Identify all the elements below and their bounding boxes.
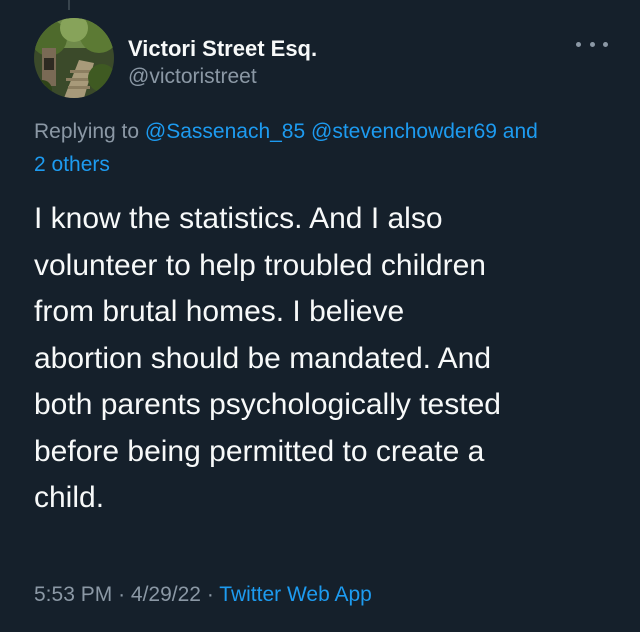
reply-mention-connector[interactable]: and (503, 120, 538, 143)
replying-to-prefix: Replying to (34, 120, 140, 143)
more-dots-icon (576, 41, 581, 47)
tweet-source-link[interactable]: Twitter Web App (219, 583, 372, 606)
author-handle[interactable]: @victoristreet (128, 63, 317, 91)
forest-path-avatar-icon (34, 18, 114, 98)
reply-mention-2[interactable]: @stevenchowder69 (311, 120, 497, 143)
tweet-text: I know the statistics. And I also volunt… (34, 196, 624, 522)
tweet-line: I know the statistics. And I also (34, 202, 443, 235)
meta-separator: · (118, 583, 126, 606)
author-block[interactable]: Victori Street Esq. @victoristreet (128, 35, 317, 91)
avatar[interactable] (34, 18, 114, 98)
tweet-metadata: 5:53 PM · 4/29/22 · Twitter Web App (34, 580, 372, 610)
meta-separator: · (206, 583, 214, 606)
more-dots-icon (589, 41, 595, 47)
replying-to-line: Replying to @Sassenach_85 @stevenchowder… (34, 115, 614, 181)
more-dots-icon (603, 41, 608, 47)
tweet-line: both parents psychologically tested (34, 388, 501, 421)
tweet-date[interactable]: 4/29/22 (131, 583, 201, 606)
reply-mention-others[interactable]: 2 others (34, 153, 110, 176)
reply-mention-1[interactable]: @Sassenach_85 (145, 120, 305, 143)
author-display-name[interactable]: Victori Street Esq. (128, 35, 317, 63)
tweet-line: before being permitted to create a (34, 434, 485, 468)
tweet-line: child. (34, 481, 105, 514)
thread-connector-line (68, 0, 70, 10)
tweet-line: from brutal homes. I believe (34, 295, 405, 328)
more-options-button[interactable] (576, 34, 608, 54)
tweet-time[interactable]: 5:53 PM (34, 583, 112, 606)
tweet-line: volunteer to help troubled children (34, 248, 486, 282)
tweet-line: abortion should be mandated. And (34, 341, 492, 375)
